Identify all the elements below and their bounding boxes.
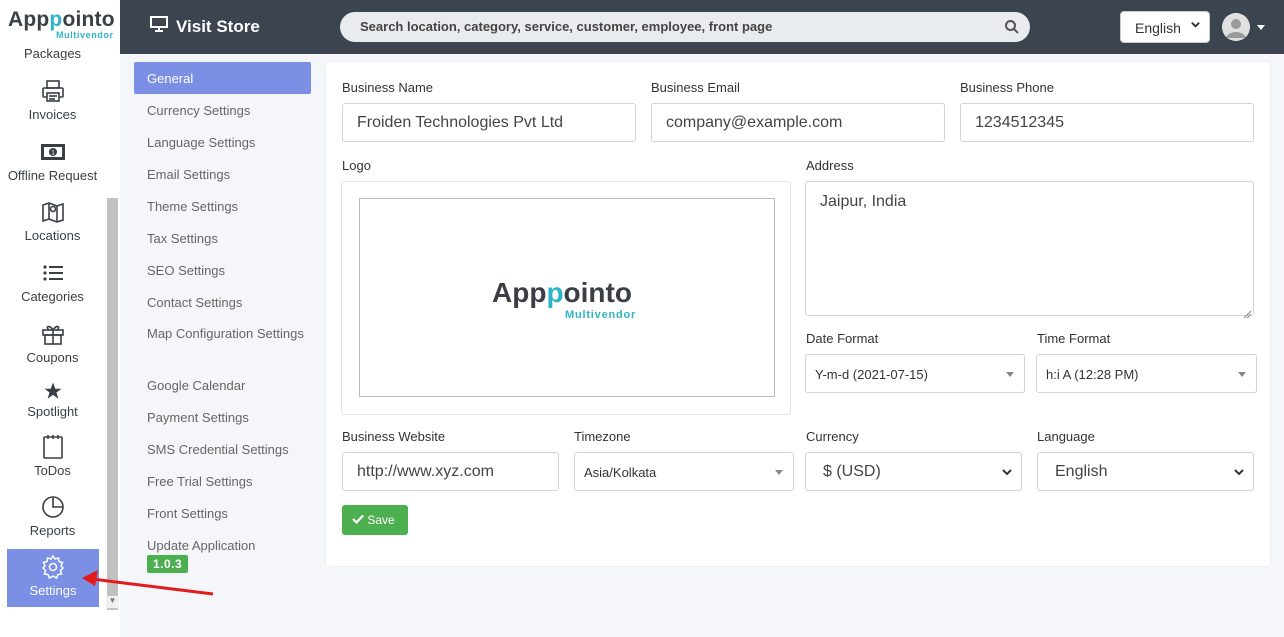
- time-format-select[interactable]: h:i A (12:28 PM): [1036, 354, 1257, 393]
- business-phone-input[interactable]: 1234512345: [960, 103, 1254, 142]
- save-button[interactable]: Save: [342, 505, 408, 535]
- sidebar-item-label: Locations: [24, 228, 81, 243]
- logo-preview: Apppointo Multivendor: [359, 198, 775, 397]
- settings-nav-sms-credential[interactable]: SMS Credential Settings: [134, 433, 311, 465]
- sidebar-item-invoices[interactable]: Invoices: [0, 78, 105, 122]
- settings-nav-theme[interactable]: Theme Settings: [134, 190, 311, 222]
- business-website-input[interactable]: http://www.xyz.com: [342, 452, 559, 491]
- notepad-icon: [40, 434, 66, 460]
- map-icon: [40, 199, 66, 225]
- caret-down-icon: [775, 470, 783, 475]
- list-icon: [40, 260, 66, 286]
- settings-nav-general[interactable]: General: [134, 62, 311, 94]
- business-name-input[interactable]: Froiden Technologies Pvt Ltd: [342, 103, 636, 142]
- settings-nav-free-trial[interactable]: Free Trial Settings: [134, 465, 311, 497]
- settings-nav-seo[interactable]: SEO Settings: [134, 254, 311, 286]
- language-form-select[interactable]: English: [1037, 452, 1254, 491]
- settings-nav-currency[interactable]: Currency Settings: [134, 94, 311, 126]
- sidebar-item-label: Packages: [23, 46, 82, 60]
- business-email-label: Business Email: [651, 80, 740, 95]
- sidebar-item-categories[interactable]: Categories: [0, 260, 105, 304]
- gear-icon: [40, 554, 66, 580]
- sidebar-item-label: Reports: [29, 523, 76, 538]
- settings-nav-payment[interactable]: Payment Settings: [134, 401, 311, 433]
- avatar[interactable]: [1222, 13, 1250, 41]
- address-textarea[interactable]: Jaipur, India: [805, 181, 1254, 319]
- chevron-down-icon: [1190, 19, 1201, 33]
- visit-store-link[interactable]: Visit Store: [150, 16, 260, 37]
- sidebar: Packages Apppointo Multivendor Invoices …: [0, 0, 120, 637]
- general-settings-form: Business Name Froiden Technologies Pvt L…: [326, 62, 1270, 566]
- sidebar-item-label: ToDos: [34, 463, 71, 478]
- chevron-down-icon: [1001, 465, 1013, 477]
- business-email-input[interactable]: company@example.com: [651, 103, 945, 142]
- address-label: Address: [806, 158, 854, 173]
- settings-nav-google-calendar[interactable]: Google Calendar: [134, 369, 311, 401]
- logo-upload[interactable]: Apppointo Multivendor: [341, 181, 791, 415]
- caret-down-icon: [1006, 372, 1014, 377]
- caret-down-icon[interactable]: [1255, 20, 1267, 32]
- printer-icon: [40, 78, 66, 104]
- search-placeholder: Search location, category, service, cust…: [360, 19, 773, 34]
- topbar: Visit Store Search location, category, s…: [120, 0, 1284, 54]
- settings-nav-tax[interactable]: Tax Settings: [134, 222, 311, 254]
- settings-nav-front[interactable]: Front Settings: [134, 497, 311, 529]
- check-icon: [352, 513, 367, 527]
- settings-nav-language[interactable]: Language Settings: [134, 126, 311, 158]
- date-format-label: Date Format: [806, 331, 879, 346]
- currency-select[interactable]: $ (USD): [805, 452, 1022, 491]
- sidebar-item-coupons[interactable]: Coupons: [0, 321, 105, 365]
- language-select[interactable]: English: [1120, 11, 1210, 43]
- chevron-down-icon: [1233, 465, 1245, 477]
- timezone-select[interactable]: Asia/Kolkata: [574, 452, 794, 491]
- sidebar-item-label: Categories: [21, 289, 84, 304]
- settings-nav: General Currency Settings Language Setti…: [134, 62, 311, 577]
- timezone-label: Timezone: [574, 429, 631, 444]
- user-icon: [1222, 13, 1250, 41]
- pie-chart-icon: [40, 494, 66, 520]
- cash-icon: 1: [40, 139, 66, 165]
- logo-label: Logo: [342, 158, 371, 173]
- settings-nav-map-configuration[interactable]: Map Configuration Settings: [134, 318, 311, 369]
- resize-handle-icon[interactable]: [1243, 305, 1252, 319]
- sidebar-item-offline-request[interactable]: 1 Offline Request: [0, 139, 105, 183]
- language-label: Language: [1037, 429, 1095, 444]
- sidebar-item-label: Settings: [29, 583, 77, 598]
- business-website-label: Business Website: [342, 429, 446, 444]
- sidebar-item-spotlight[interactable]: Spotlight: [0, 381, 105, 419]
- gift-icon: [40, 321, 66, 347]
- business-phone-label: Business Phone: [960, 80, 1054, 95]
- sidebar-item-locations[interactable]: Locations: [0, 199, 105, 243]
- logo-image: Apppointo: [492, 277, 632, 308]
- time-format-label: Time Format: [1037, 331, 1111, 346]
- sidebar-item-label: Spotlight: [27, 404, 78, 419]
- brand-logo[interactable]: Apppointo Multivendor: [0, 0, 120, 44]
- date-format-select[interactable]: Y-m-d (2021-07-15): [805, 354, 1025, 393]
- sidebar-item-label: Invoices: [28, 107, 77, 122]
- settings-nav-email[interactable]: Email Settings: [134, 158, 311, 190]
- business-name-label: Business Name: [342, 80, 434, 95]
- monitor-icon: [150, 16, 168, 37]
- sidebar-scrollbar[interactable]: [107, 198, 118, 610]
- sidebar-item-reports[interactable]: Reports: [0, 494, 105, 538]
- sidebar-item-label: Offline Request: [7, 168, 98, 183]
- currency-label: Currency: [806, 429, 859, 444]
- sidebar-item-packages[interactable]: Packages: [0, 46, 105, 60]
- sidebar-item-todos[interactable]: ToDos: [0, 434, 105, 478]
- search-input[interactable]: Search location, category, service, cust…: [340, 12, 1030, 42]
- sidebar-item-label: Coupons: [26, 350, 79, 365]
- settings-nav-contact[interactable]: Contact Settings: [134, 286, 311, 318]
- update-application-label: Update Application: [147, 538, 256, 553]
- star-icon: [43, 381, 63, 401]
- search-icon[interactable]: [1004, 19, 1020, 35]
- caret-down-icon: [1238, 372, 1246, 377]
- annotation-arrow-icon: [82, 570, 214, 596]
